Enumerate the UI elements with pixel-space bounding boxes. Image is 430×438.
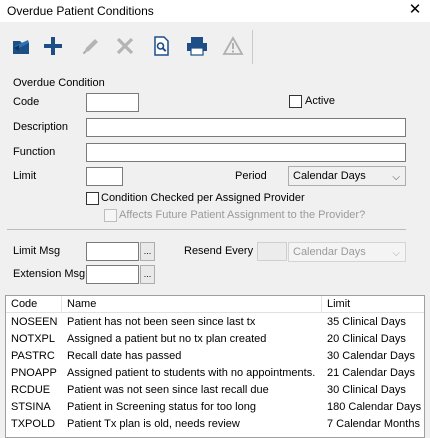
extension-msg-browse-button[interactable]: ... xyxy=(140,265,155,284)
limit-cell: 35 Clinical Days xyxy=(327,316,406,328)
code-cell: TXPOLD xyxy=(11,418,56,430)
limit-msg-browse-button[interactable]: ... xyxy=(140,242,155,261)
resend-period-select[interactable]: Calendar Days ⌵ xyxy=(288,242,406,262)
window-title: Overdue Patient Conditions xyxy=(7,4,154,18)
chevron-down-icon: ⌵ xyxy=(392,172,400,183)
table-row[interactable]: RCDUE Patient was not seen since last rec… xyxy=(6,382,424,399)
table-row[interactable]: NOSEEN Patient has not been seen since la… xyxy=(6,314,424,331)
edit-button[interactable] xyxy=(76,32,106,60)
code-cell: NOTXPL xyxy=(11,333,56,345)
code-cell: NOSEEN xyxy=(11,316,58,328)
code-label: Code xyxy=(13,96,40,108)
condition-checked-checkbox[interactable] xyxy=(86,192,99,205)
code-cell: RCDUE xyxy=(11,384,51,396)
table-row[interactable]: PASTRC Recall date has passed 30 Calendar … xyxy=(6,348,424,365)
column-header-code[interactable]: Code xyxy=(6,296,62,313)
name-cell: Assigned a patient but no tx plan create… xyxy=(67,333,267,345)
name-cell: Patient has not been seen since last tx xyxy=(67,316,256,328)
period-select-value: Calendar Days xyxy=(293,170,366,182)
limit-cell: 30 Clinical Days xyxy=(327,384,406,396)
title-bar: Overdue Patient Conditions ✕ xyxy=(0,0,430,22)
condition-checked-label: Condition Checked per Assigned Provider xyxy=(101,192,305,204)
limit-cell: 180 Calendar Days xyxy=(327,401,422,413)
divider xyxy=(7,229,406,230)
preview-button[interactable] xyxy=(146,32,176,60)
edit-icon xyxy=(83,39,98,54)
preview-icon xyxy=(154,36,169,56)
resend-every-label: Resend Every xyxy=(184,245,254,257)
add-icon xyxy=(44,37,62,55)
affects-future-label: Affects Future Patient Assignment to the… xyxy=(119,209,366,221)
print-icon xyxy=(187,37,207,56)
limit-msg-label: Limit Msg xyxy=(13,245,61,257)
limit-msg-input[interactable] xyxy=(86,242,139,261)
column-header-name[interactable]: Name xyxy=(62,296,322,313)
delete-button[interactable] xyxy=(110,32,140,60)
code-cell: PNOAPP xyxy=(11,367,57,379)
description-label: Description xyxy=(13,121,69,133)
add-button[interactable] xyxy=(38,32,68,60)
extension-msg-input[interactable] xyxy=(86,265,139,284)
period-select[interactable]: Calendar Days ⌵ xyxy=(288,166,406,186)
table-row[interactable]: PNOAPP Assigned patient to students with … xyxy=(6,365,424,382)
affects-future-checkbox[interactable] xyxy=(104,209,117,222)
toolbar xyxy=(0,22,430,70)
table-header: Code Name Limit xyxy=(6,296,424,313)
warning-icon xyxy=(222,36,244,55)
function-label: Function xyxy=(13,146,56,158)
extension-msg-label: Extension Msg xyxy=(13,268,86,280)
delete-icon xyxy=(116,37,134,55)
limit-cell: 21 Calendar Days xyxy=(327,367,416,379)
name-cell: Patient was not seen since last recall d… xyxy=(67,384,269,396)
table-row[interactable]: STSINA Patient in Screening status for to… xyxy=(6,399,424,416)
code-input[interactable] xyxy=(86,93,139,112)
name-cell: Recall date has passed xyxy=(67,350,182,362)
active-checkbox[interactable] xyxy=(289,95,302,108)
resend-period-value: Calendar Days xyxy=(293,246,366,258)
open-icon xyxy=(13,40,29,54)
function-input[interactable] xyxy=(86,143,406,162)
table-row[interactable]: TXPOLD Patient Tx plan is old, needs revi… xyxy=(6,416,424,433)
chevron-down-icon: ⌵ xyxy=(392,248,400,259)
description-input[interactable] xyxy=(86,118,406,137)
group-label: Overdue Condition xyxy=(13,77,105,89)
name-cell: Assigned patient to students with no app… xyxy=(67,367,316,379)
warning-button[interactable] xyxy=(218,32,248,60)
period-label: Period xyxy=(235,170,267,182)
column-header-limit[interactable]: Limit xyxy=(322,296,424,313)
name-cell: Patient Tx plan is old, needs review xyxy=(67,418,240,430)
limit-label: Limit xyxy=(13,170,37,182)
resend-every-input[interactable] xyxy=(257,242,287,261)
conditions-table: Code Name Limit NOSEEN Patient has not be… xyxy=(5,295,425,438)
limit-cell: 20 Clinical Days xyxy=(327,333,406,345)
code-cell: PASTRC xyxy=(11,350,55,362)
active-label: Active xyxy=(305,95,335,107)
close-button[interactable]: ✕ xyxy=(406,1,424,19)
print-button[interactable] xyxy=(182,32,212,60)
open-button[interactable] xyxy=(6,32,36,60)
limit-cell: 7 Calendar Months xyxy=(327,418,420,430)
table-row[interactable]: NOTXPL Assigned a patient but no tx plan … xyxy=(6,331,424,348)
limit-cell: 30 Calendar Days xyxy=(327,350,416,362)
name-cell: Patient in Screening status for too long xyxy=(67,401,256,413)
toolbar-separator xyxy=(252,30,253,64)
code-cell: STSINA xyxy=(11,401,51,413)
limit-input[interactable] xyxy=(86,167,123,186)
